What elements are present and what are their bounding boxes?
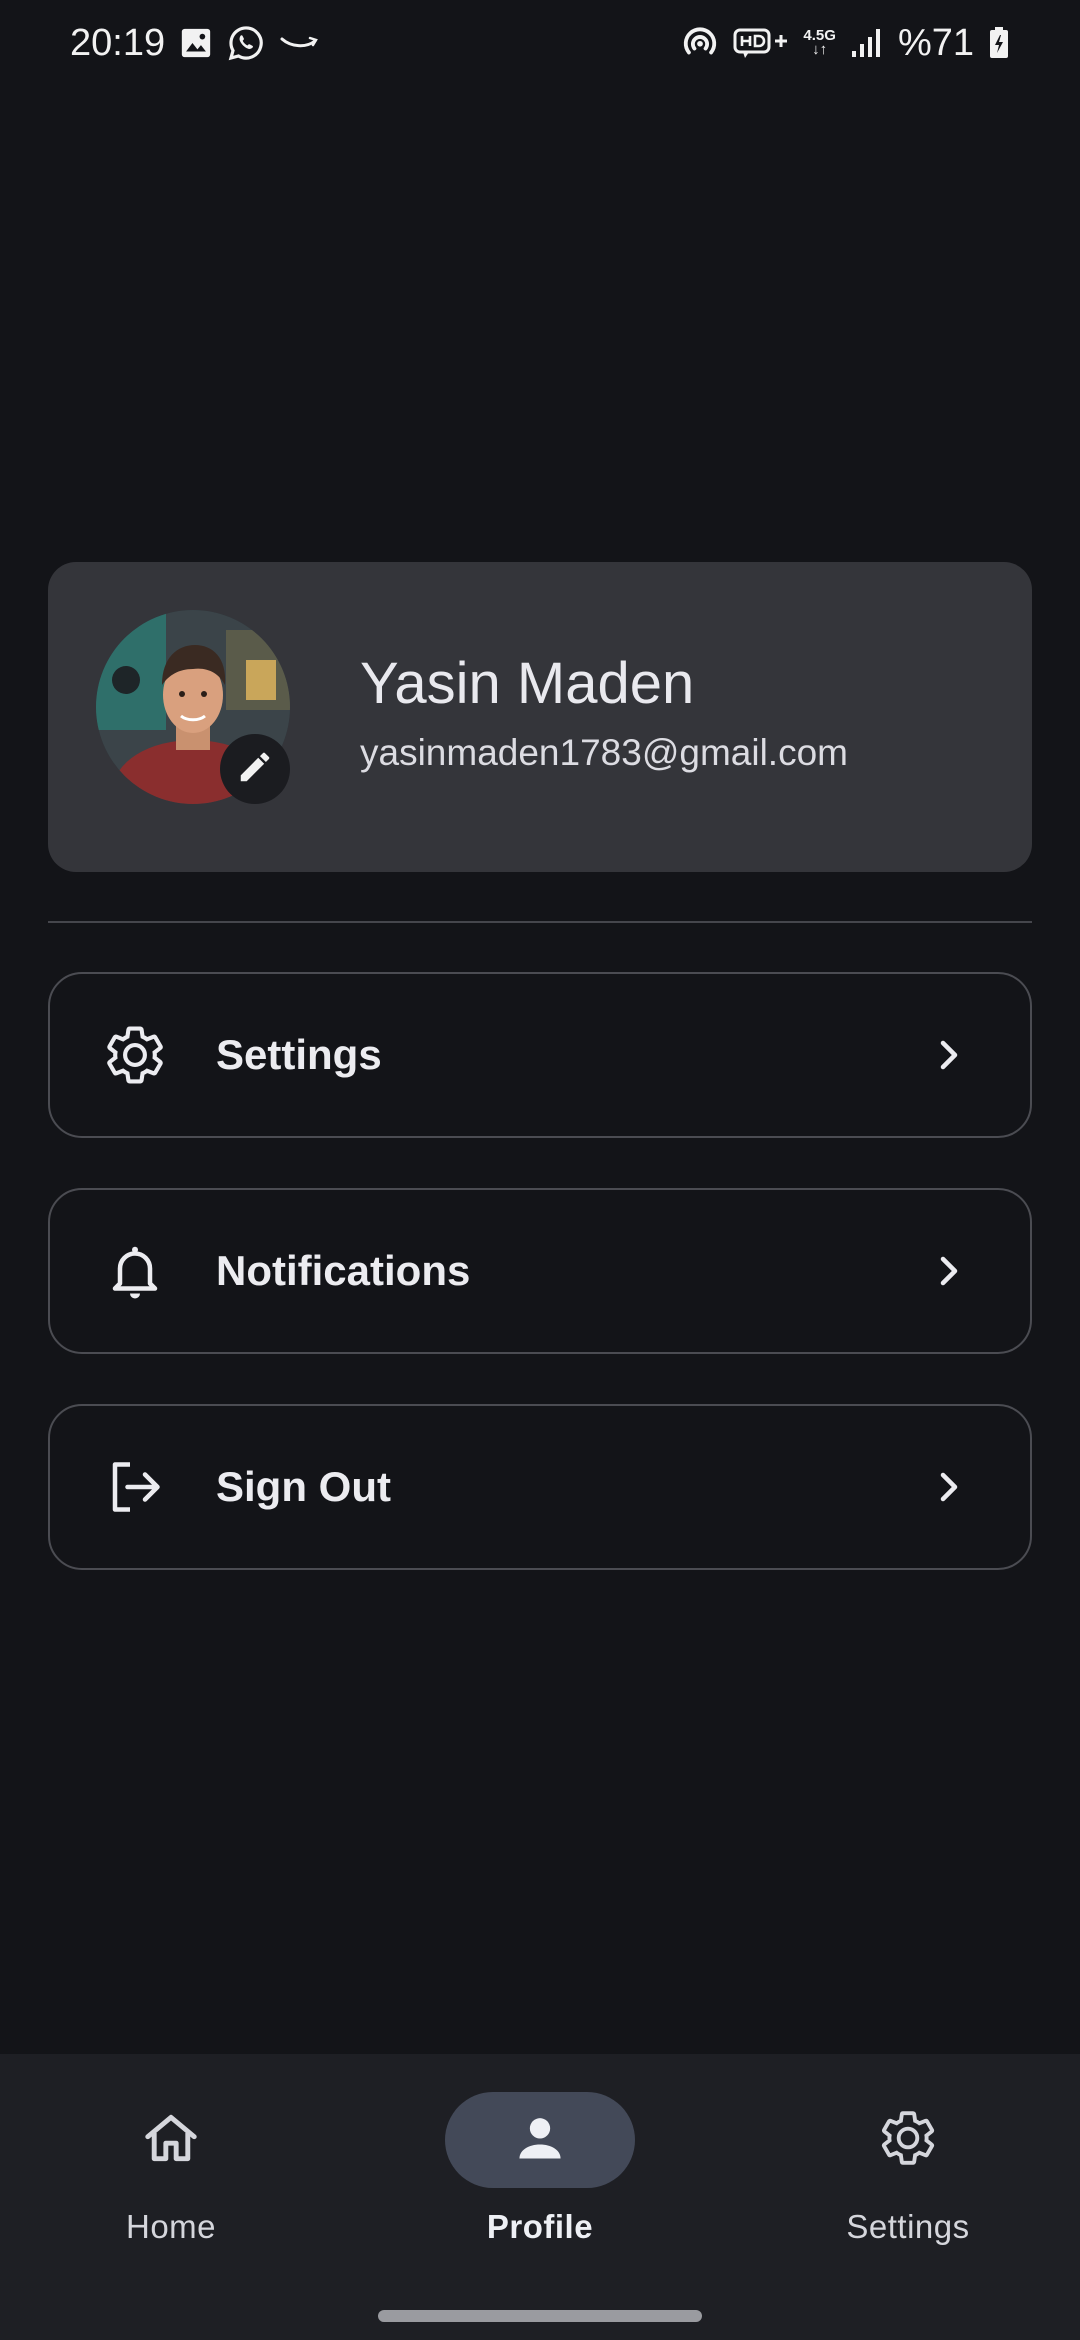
chevron-right-icon	[924, 1462, 974, 1512]
amazon-icon	[279, 31, 319, 55]
network-type-label: 4.5G	[803, 27, 836, 44]
hd-voice-icon	[733, 26, 789, 60]
person-icon	[511, 2109, 569, 2172]
nav-icon-container	[813, 2092, 1003, 2188]
network-4.5g-icon: 4.5G ↓↑	[803, 27, 836, 58]
menu-item-sign-out[interactable]: Sign Out	[48, 1404, 1032, 1570]
nav-icon-container	[76, 2092, 266, 2188]
image-icon	[179, 26, 213, 60]
gear-icon	[877, 2107, 939, 2174]
home-indicator[interactable]	[378, 2310, 702, 2322]
profile-email: yasinmaden1783@gmail.com	[360, 732, 848, 773]
status-left: 20:19	[70, 22, 319, 65]
nav-label: Settings	[846, 2208, 970, 2245]
nav-icon-container	[445, 2092, 635, 2188]
menu-item-label: Notifications	[216, 1247, 471, 1294]
profile-card: Yasin Maden yasinmaden1783@gmail.com	[48, 562, 1032, 872]
hotspot-icon	[681, 24, 719, 62]
menu-item-label: Sign Out	[216, 1463, 391, 1510]
pencil-icon	[236, 748, 274, 791]
battery-percentage: %71	[897, 21, 974, 64]
divider	[48, 921, 1032, 923]
nav-item-settings[interactable]: Settings	[758, 2092, 1058, 2292]
edit-avatar-button[interactable]	[220, 734, 290, 804]
profile-name: Yasin Maden	[360, 651, 695, 716]
signal-icon	[850, 27, 884, 59]
nav-label: Home	[125, 2208, 217, 2245]
avatar-container[interactable]	[96, 610, 290, 804]
menu-item-notifications[interactable]: Notifications	[48, 1188, 1032, 1354]
chevron-right-icon	[924, 1030, 974, 1080]
battery-charging-icon	[988, 26, 1010, 60]
status-right: 4.5G ↓↑ %71	[681, 22, 1010, 65]
nav-label: Profile	[486, 2208, 594, 2245]
menu-item-label: Settings	[216, 1031, 382, 1078]
sign-out-icon	[100, 1452, 170, 1522]
bottom-nav: Home Profile Settings	[0, 2054, 1080, 2340]
whatsapp-icon	[227, 24, 265, 62]
profile-screen: 20:19 4.5G ↓↑ %71 Yasin Maden yasinmaden…	[0, 0, 1080, 2340]
gear-icon	[100, 1020, 170, 1090]
status-bar: 20:19 4.5G ↓↑ %71	[0, 0, 1080, 86]
menu-item-settings[interactable]: Settings	[48, 972, 1032, 1138]
nav-item-profile[interactable]: Profile	[390, 2092, 690, 2292]
status-time: 20:19	[70, 21, 166, 64]
chevron-right-icon	[924, 1246, 974, 1296]
home-icon	[140, 2107, 202, 2174]
nav-item-home[interactable]: Home	[21, 2092, 321, 2292]
bell-icon	[100, 1236, 170, 1306]
